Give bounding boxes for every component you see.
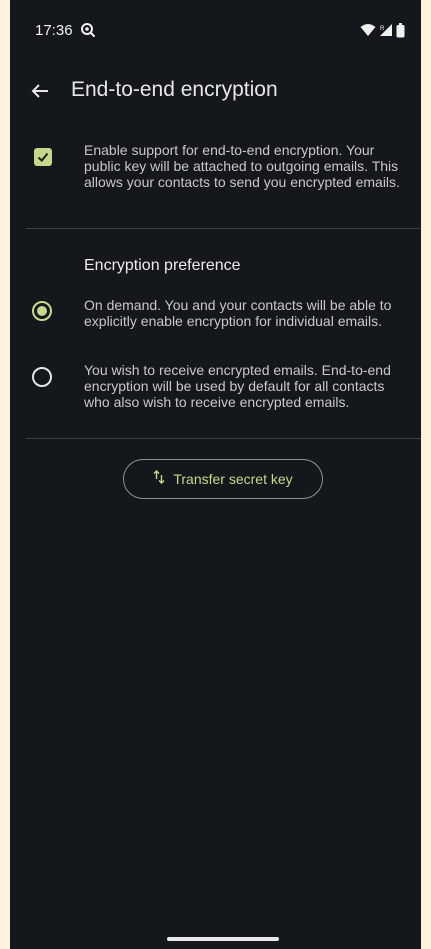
radio-option-receive-encrypted[interactable]: You wish to receive encrypted emails. En… xyxy=(10,358,421,414)
arrow-back-icon xyxy=(31,83,49,104)
radio-button-receive-encrypted[interactable] xyxy=(32,367,52,387)
search-scan-icon xyxy=(80,22,96,38)
app-screen: 17:36 R End-to-end encryption Enable sup… xyxy=(10,0,421,949)
wifi-icon xyxy=(360,23,376,37)
option-receive-encrypted-label: You wish to receive encrypted emails. En… xyxy=(84,362,391,410)
divider xyxy=(26,438,421,439)
divider xyxy=(26,228,421,229)
page-title: End-to-end encryption xyxy=(71,78,278,101)
radio-option-on-demand[interactable]: On demand. You and your contacts will be… xyxy=(10,293,421,333)
app-bar: End-to-end encryption xyxy=(10,65,421,121)
enable-e2ee-checkbox[interactable] xyxy=(34,148,52,166)
transfer-secret-key-label: Transfer secret key xyxy=(173,471,293,487)
swap-vert-icon xyxy=(153,469,165,489)
enable-e2ee-preference[interactable]: Enable support for end-to-end encryption… xyxy=(10,137,421,227)
status-time: 17:36 xyxy=(35,22,73,39)
status-bar: 17:36 R xyxy=(10,0,421,60)
signal-icon: R xyxy=(379,23,393,37)
option-on-demand-label: On demand. You and your contacts will be… xyxy=(84,297,392,329)
status-icons: R xyxy=(360,22,405,38)
transfer-secret-key-button[interactable]: Transfer secret key xyxy=(123,459,323,499)
radio-button-on-demand[interactable] xyxy=(32,301,52,321)
home-indicator[interactable] xyxy=(167,937,279,941)
enable-e2ee-description: Enable support for end-to-end encryption… xyxy=(84,142,400,190)
check-icon xyxy=(37,152,49,162)
encryption-preference-header: Encryption preference xyxy=(84,257,241,274)
svg-text:R: R xyxy=(380,26,385,32)
back-button[interactable] xyxy=(24,77,56,109)
battery-icon xyxy=(396,22,405,38)
